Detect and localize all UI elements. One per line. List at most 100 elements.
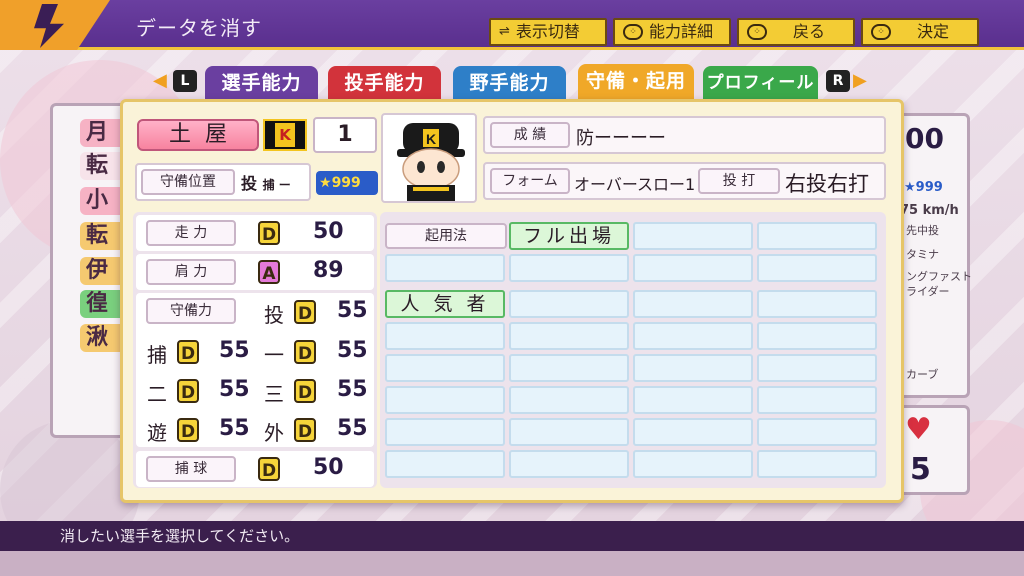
fielding-value: 55 (337, 416, 368, 441)
tab-fielder-ability[interactable]: 野手能力 (453, 66, 566, 100)
arm-grade: A (258, 260, 280, 284)
tab-player-ability[interactable]: 選手能力 (205, 66, 318, 100)
fielding-grade: D (294, 340, 316, 364)
background-position: 先中投 (906, 224, 939, 237)
position-label: 守備位置 (141, 169, 235, 195)
fielding-value: 55 (337, 377, 368, 402)
background-star-value: 999 (915, 180, 943, 195)
speed-label: 走 力 (146, 220, 236, 246)
page-title: データを消す (136, 16, 262, 40)
position-value: 投 捕 ー (241, 170, 291, 194)
empty-trait-cell (509, 450, 629, 478)
background-star: ★999 (904, 180, 943, 195)
fielding-pos: 二 (147, 382, 167, 406)
fielding-pos: 捕 (147, 343, 167, 367)
catching-label: 捕 球 (146, 456, 236, 482)
controller-buttons-icon: ⁘ (747, 24, 767, 40)
fielding-pos: 一 (264, 343, 284, 367)
player-face-icon: K (397, 123, 465, 201)
tab-pitcher-ability[interactable]: 投手能力 (328, 66, 441, 100)
tab-defense-usage[interactable]: 守備・起用 (578, 64, 694, 102)
fielding-value: 55 (219, 416, 250, 441)
empty-trait-cell (509, 290, 629, 318)
star-rating-value: 999 (331, 175, 361, 191)
team-logo-letter: K (275, 123, 295, 147)
form-value: オーバースロー1 (574, 175, 696, 194)
empty-trait-cell (633, 450, 753, 478)
background-speed: 75 km/h (900, 203, 959, 218)
empty-trait-cell (633, 322, 753, 350)
empty-trait-cell (757, 222, 877, 250)
usage-value: フル出場 (509, 222, 629, 250)
back-button[interactable]: ⁘ 戻る (737, 18, 855, 46)
empty-trait-cell (757, 418, 877, 446)
tab-left-arrow-icon[interactable]: ◀ (153, 72, 171, 90)
fielding-value: 55 (337, 338, 368, 363)
toggle-display-button[interactable]: ⇌ 表示切替 (489, 18, 607, 46)
empty-trait-cell (757, 322, 877, 350)
record-label: 成 績 (490, 122, 570, 148)
fielding-value: 55 (337, 298, 368, 323)
position-main: 投 (241, 174, 258, 193)
background-stamina: タミナ (906, 248, 939, 261)
background-pitch: ライダー (906, 285, 950, 298)
empty-trait-cell (385, 322, 505, 350)
r-key-icon: R (826, 70, 850, 92)
catching-grade: D (258, 457, 280, 481)
arm-label: 肩 力 (146, 259, 236, 285)
confirm-button[interactable]: ⁘ 決定 (861, 18, 979, 46)
empty-trait-cell (385, 450, 505, 478)
back-label: 戻る (793, 22, 826, 41)
empty-trait-cell (633, 290, 753, 318)
player-name: 土屋 (137, 119, 259, 151)
tab-right-arrow-icon[interactable]: ▶ (853, 72, 871, 90)
background-pitch: カーブ (906, 368, 939, 381)
fielding-value: 55 (219, 338, 250, 363)
team-logo: K (263, 119, 307, 151)
empty-trait-cell (385, 354, 505, 382)
bats-throws-value: 右投右打 (785, 172, 869, 196)
empty-trait-cell (509, 386, 629, 414)
fielding-pos: 外 (264, 421, 284, 445)
empty-trait-cell (757, 290, 877, 318)
toggle-display-label: 表示切替 (515, 22, 580, 41)
toggle-icon: ⇌ (499, 24, 510, 39)
fielding-grade: D (177, 379, 199, 403)
empty-trait-cell (509, 418, 629, 446)
empty-trait-cell (509, 354, 629, 382)
arm-value: 89 (313, 258, 344, 283)
header-bar: データを消す ⇌ 表示切替 ⁘ 能力詳細 ⁘ 戻る ⁘ 決定 (0, 0, 1024, 50)
uniform-number: 1 (313, 117, 377, 153)
speed-value: 50 (313, 219, 344, 244)
empty-trait-cell (633, 354, 753, 382)
form-label: フォーム (490, 168, 570, 194)
trait-chip: 人 気 者 (385, 290, 505, 318)
background-value: 00 (905, 122, 944, 155)
fielding-grade: D (294, 379, 316, 403)
tab-profile[interactable]: プロフィール (703, 66, 818, 100)
fielding-pos: 三 (264, 382, 284, 406)
fielding-pos: 投 (264, 303, 284, 327)
bats-throws-label: 投 打 (698, 168, 780, 194)
fielding-grade: D (177, 340, 199, 364)
controller-buttons-icon: ⁘ (623, 24, 643, 40)
fielding-value: 55 (219, 377, 250, 402)
empty-trait-cell (633, 222, 753, 250)
empty-trait-cell (757, 450, 877, 478)
catching-value: 50 (313, 455, 344, 480)
empty-trait-cell (385, 254, 505, 282)
fielding-grade: D (177, 418, 199, 442)
ability-detail-button[interactable]: ⁘ 能力詳細 (613, 18, 731, 46)
fielding-grade: D (294, 300, 316, 324)
footer-message: 消したい選手を選択してください。 (0, 521, 1024, 551)
confirm-label: 決定 (917, 22, 950, 41)
empty-trait-cell (385, 418, 505, 446)
empty-trait-cell (633, 418, 753, 446)
empty-trait-cell (757, 254, 877, 282)
controller-buttons-icon: ⁘ (871, 24, 891, 40)
empty-trait-cell (757, 386, 877, 414)
empty-trait-cell (757, 354, 877, 382)
record-value: 防ーーーー (576, 128, 666, 149)
fielding-pos: 遊 (147, 421, 167, 445)
heart-icon: ♥ (905, 412, 932, 447)
